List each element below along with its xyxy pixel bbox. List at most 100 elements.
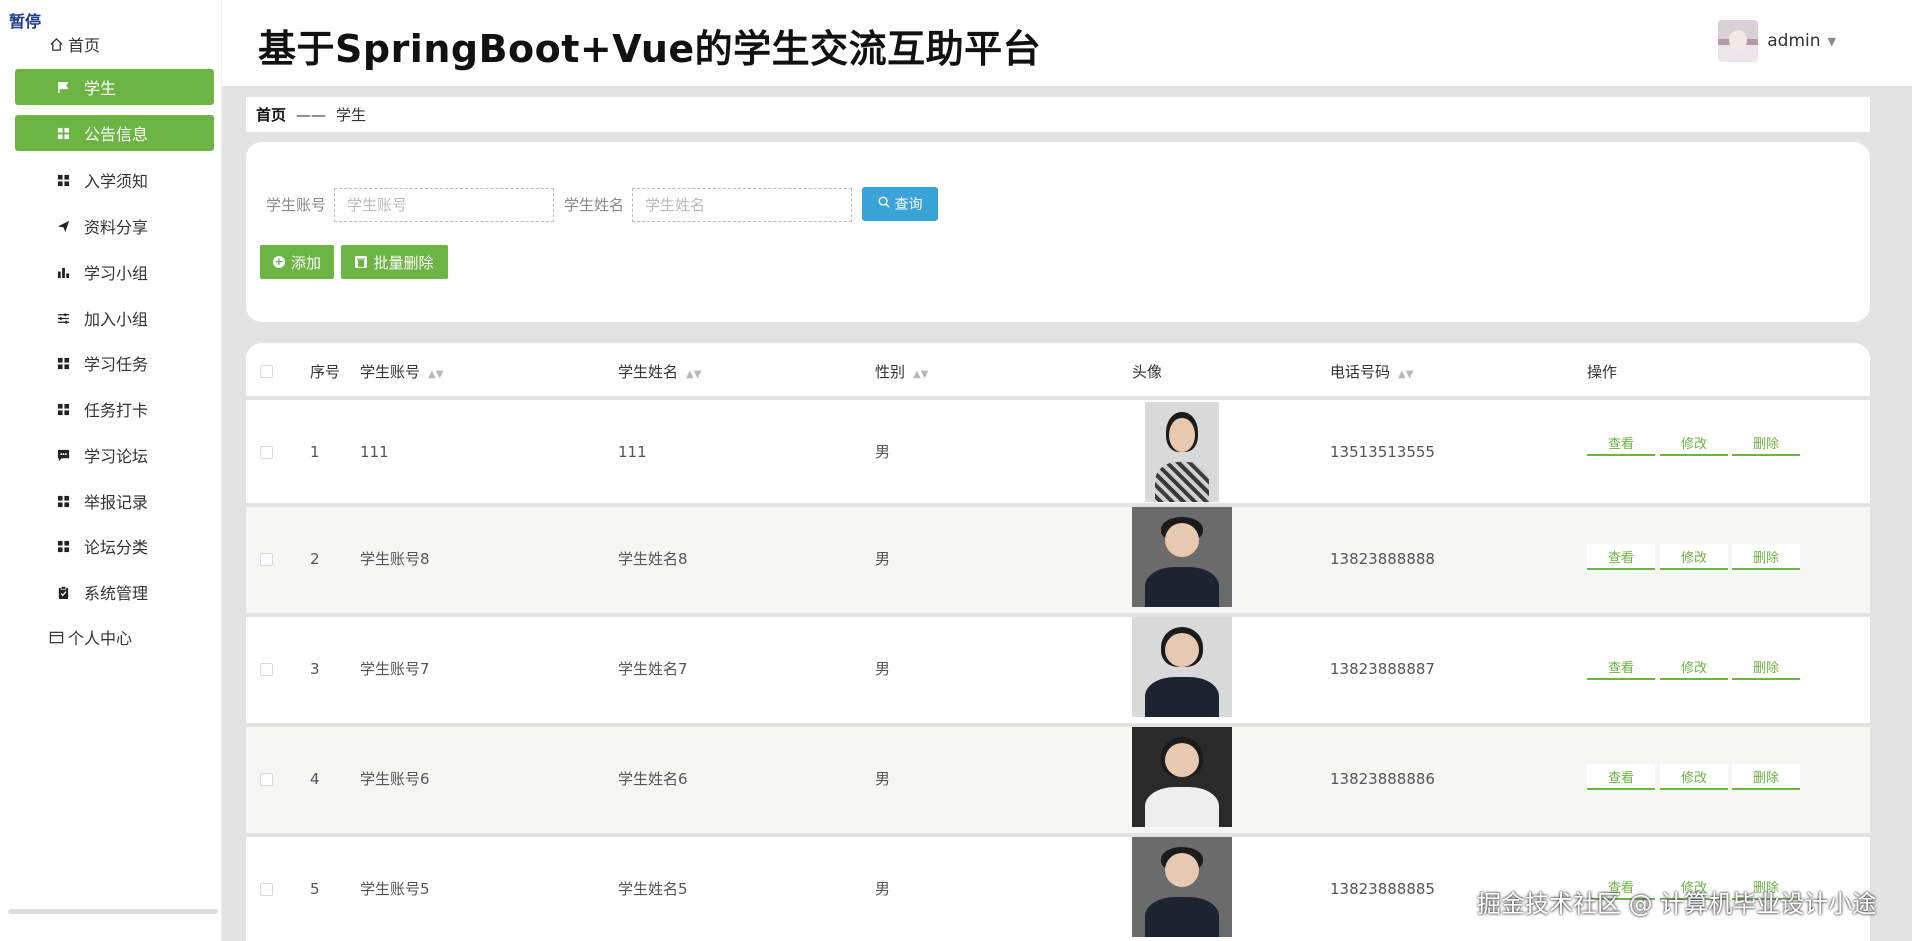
sidebar-item-students[interactable]: 学生 xyxy=(15,69,214,105)
sidebar-item-system-management[interactable]: 系统管理 xyxy=(15,574,214,610)
cell-name: 学生姓名6 xyxy=(618,770,688,788)
query-button-label: 查询 xyxy=(894,197,923,213)
edit-button[interactable]: 修改 xyxy=(1660,764,1728,790)
sidebar-item-task-checkin[interactable]: 任务打卡 xyxy=(15,391,214,427)
sidebar-item-label: 学习论坛 xyxy=(84,447,149,466)
sidebar-item-forum-categories[interactable]: 论坛分类 xyxy=(15,528,214,564)
row-checkbox[interactable] xyxy=(260,553,273,566)
grid-icon xyxy=(56,356,70,370)
edit-button[interactable]: 修改 xyxy=(1660,544,1728,570)
breadcrumb-home[interactable]: 首页 xyxy=(256,104,286,125)
chat-icon xyxy=(56,448,70,462)
username[interactable]: admin xyxy=(1767,31,1820,51)
delete-button[interactable]: 删除 xyxy=(1732,430,1800,456)
user-menu[interactable]: admin ▼ xyxy=(1718,20,1836,62)
column-header-gender[interactable]: 性别 ▲▼ xyxy=(875,361,928,382)
view-button[interactable]: 查看 xyxy=(1587,654,1655,680)
cell-name: 学生姓名7 xyxy=(618,660,688,678)
view-button[interactable]: 查看 xyxy=(1587,430,1655,456)
cell-account: 学生账号5 xyxy=(360,880,430,898)
student-photo[interactable] xyxy=(1132,617,1232,717)
cell-index: 3 xyxy=(310,660,320,678)
search-icon xyxy=(878,196,890,212)
sidebar-item-label: 举报记录 xyxy=(84,493,149,512)
cell-account: 学生账号7 xyxy=(360,660,430,678)
delete-button[interactable]: 删除 xyxy=(1732,544,1800,570)
cell-account: 学生账号6 xyxy=(360,770,430,788)
student-photo[interactable] xyxy=(1145,402,1219,502)
query-button[interactable]: 查询 xyxy=(862,187,938,221)
sidebar-item-label: 学习小组 xyxy=(84,264,149,283)
add-button[interactable]: + 添加 xyxy=(260,245,334,279)
view-button[interactable]: 查看 xyxy=(1587,544,1655,570)
table-row: 2 学生账号8 学生姓名8 男 13823888888 查看 修改 删除 xyxy=(246,507,1870,613)
search-panel: 学生账号 学生姓名 查询 + 添加 批量删除 xyxy=(246,142,1870,322)
sort-icon[interactable]: ▲▼ xyxy=(1398,369,1413,380)
cell-gender: 男 xyxy=(875,660,891,678)
nav-home-label: 首页 xyxy=(68,36,101,55)
paused-indicator: 暂停 xyxy=(9,12,42,31)
breadcrumb-current: 学生 xyxy=(336,106,367,124)
delete-button[interactable]: 删除 xyxy=(1732,764,1800,790)
nav-personal-center[interactable]: 个人中心 xyxy=(47,623,132,651)
edit-button[interactable]: 修改 xyxy=(1660,654,1728,680)
sidebar-item-label: 资料分享 xyxy=(84,218,149,237)
column-header-phone[interactable]: 电话号码 ▲▼ xyxy=(1330,361,1413,382)
select-all-checkbox[interactable] xyxy=(260,365,273,378)
sidebar-item-study-groups[interactable]: 学习小组 xyxy=(15,254,214,290)
sidebar-item-reports[interactable]: 举报记录 xyxy=(15,483,214,519)
id-card-icon xyxy=(47,628,65,646)
student-photo[interactable] xyxy=(1132,727,1232,827)
sidebar-scrollbar[interactable] xyxy=(8,909,218,914)
row-checkbox[interactable] xyxy=(260,663,273,676)
main-content: 首页 —— 学生 学生账号 学生姓名 查询 + 添加 批量删除 序号 学 xyxy=(222,86,1912,941)
cell-name: 111 xyxy=(618,443,647,461)
column-header-name[interactable]: 学生姓名 ▲▼ xyxy=(618,361,701,382)
account-label: 学生账号 xyxy=(266,196,327,214)
sidebar-item-announcements[interactable]: 公告信息 xyxy=(15,115,214,151)
edit-button[interactable]: 修改 xyxy=(1660,430,1728,456)
sidebar-item-label: 论坛分类 xyxy=(84,538,149,557)
sidebar-item-enrollment-notice[interactable]: 入学须知 xyxy=(15,162,214,198)
sort-icon[interactable]: ▲▼ xyxy=(686,369,701,380)
breadcrumb-separator: —— xyxy=(296,105,327,124)
student-table: 序号 学生账号 ▲▼ 学生姓名 ▲▼ 性别 ▲▼ 头像 电话号码 ▲▼ 操作 1 111… xyxy=(246,343,1870,941)
flag-icon xyxy=(56,80,70,94)
student-photo[interactable] xyxy=(1132,507,1232,607)
sidebar-item-join-group[interactable]: 加入小组 xyxy=(15,300,214,336)
page-title: 基于SpringBoot+Vue的学生交流互助平台 xyxy=(258,27,1042,71)
account-search-input[interactable] xyxy=(334,188,554,222)
batch-delete-button-label: 批量删除 xyxy=(373,253,434,272)
cell-phone: 13513513555 xyxy=(1330,443,1435,461)
trash-icon xyxy=(355,256,368,268)
student-photo[interactable] xyxy=(1132,837,1232,937)
plus-circle-icon: + xyxy=(272,255,285,268)
row-checkbox[interactable] xyxy=(260,773,273,786)
sidebar-item-study-tasks[interactable]: 学习任务 xyxy=(15,345,214,381)
sidebar-item-label: 加入小组 xyxy=(84,310,149,329)
sidebar-item-forum[interactable]: 学习论坛 xyxy=(15,437,214,473)
grid-icon xyxy=(56,539,70,553)
delete-button[interactable]: 删除 xyxy=(1732,654,1800,680)
batch-delete-button[interactable]: 批量删除 xyxy=(341,245,448,279)
column-header-actions: 操作 xyxy=(1587,363,1618,381)
cell-gender: 男 xyxy=(875,443,891,461)
sidebar-item-resource-sharing[interactable]: 资料分享 xyxy=(15,208,214,244)
row-checkbox[interactable] xyxy=(260,883,273,896)
sidebar-item-label: 入学须知 xyxy=(84,172,149,191)
chevron-down-icon[interactable]: ▼ xyxy=(1828,35,1836,48)
table-row: 4 学生账号6 学生姓名6 男 13823888886 查看 修改 删除 xyxy=(246,727,1870,833)
column-header-avatar: 头像 xyxy=(1132,363,1163,381)
view-button[interactable]: 查看 xyxy=(1587,764,1655,790)
nav-home[interactable]: 首页 xyxy=(47,30,100,58)
sort-icon[interactable]: ▲▼ xyxy=(913,369,928,380)
row-checkbox[interactable] xyxy=(260,446,273,459)
column-header-account[interactable]: 学生账号 ▲▼ xyxy=(360,361,443,382)
avatar[interactable] xyxy=(1718,20,1759,62)
watermark-text: 掘金技术社区 @ 计算机毕业设计小途 xyxy=(1477,890,1877,918)
table-row: 3 学生账号7 学生姓名7 男 13823888887 查看 修改 删除 xyxy=(246,617,1870,723)
cell-account: 学生账号8 xyxy=(360,550,430,568)
sort-icon[interactable]: ▲▼ xyxy=(428,369,443,380)
column-header-label: 电话号码 xyxy=(1330,363,1391,381)
name-search-input[interactable] xyxy=(632,188,852,222)
